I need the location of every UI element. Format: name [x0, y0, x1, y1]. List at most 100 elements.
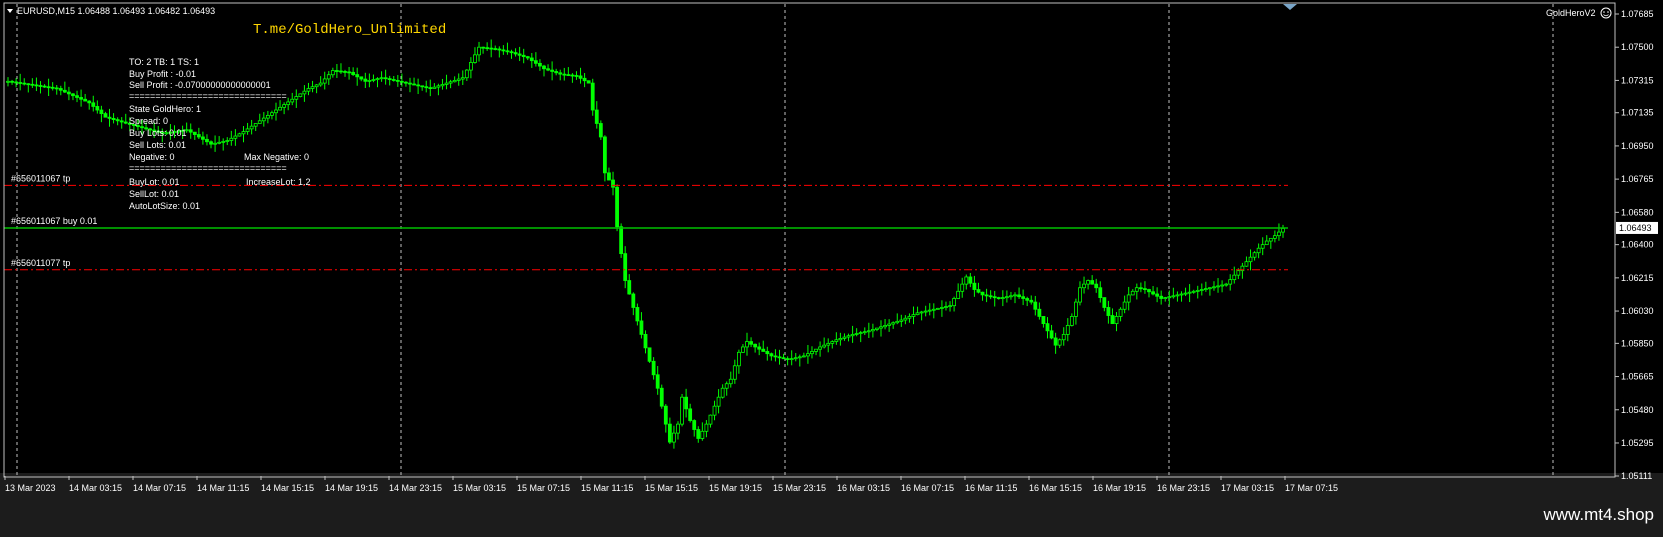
candle-body	[481, 46, 485, 49]
candle-body	[221, 141, 226, 143]
candle-body	[314, 84, 319, 88]
price-tick-label: 1.05850	[1621, 338, 1654, 348]
candle-body	[631, 293, 636, 308]
candle-body	[550, 69, 555, 72]
candle-body	[497, 48, 502, 51]
candle-body	[1037, 308, 1042, 317]
candle-body	[1191, 290, 1196, 293]
candle-body	[1009, 295, 1013, 298]
time-tick-label: 15 Mar 03:15	[453, 483, 506, 493]
candle-body	[927, 309, 932, 312]
candle-body	[899, 319, 904, 322]
candle-body	[456, 78, 461, 81]
candle-body	[261, 117, 266, 122]
time-tick-label: 16 Mar 11:15	[965, 483, 1017, 493]
candle-body	[339, 70, 343, 73]
chart-window[interactable]: #656011067 tp #656011067 buy 0.01 #6560110…	[0, 0, 1663, 532]
candle-body	[375, 78, 380, 81]
candle-body	[1175, 294, 1180, 297]
candle-body	[931, 308, 936, 311]
candle-body	[1122, 301, 1127, 310]
candle-body	[842, 336, 847, 339]
ea-name: GoldHeroV2	[1546, 8, 1596, 18]
candle-body	[566, 74, 571, 76]
candle-body	[306, 88, 311, 92]
candle-body	[1167, 296, 1172, 299]
candle-body	[870, 329, 875, 332]
candle-body	[464, 69, 469, 79]
info-line-extra: IncreaseLot: 1.2	[246, 177, 311, 187]
candle-body	[1212, 286, 1216, 289]
time-tick-label: 13 Mar 2023	[5, 483, 56, 493]
candle-body	[651, 360, 656, 376]
candle-body	[274, 109, 278, 114]
candle-body	[58, 88, 63, 91]
candle-body	[623, 253, 628, 281]
candle-body	[42, 85, 47, 88]
time-tick-label: 14 Mar 11:15	[197, 483, 249, 493]
candle-body	[302, 90, 307, 95]
time-tick-label: 15 Mar 07:15	[517, 483, 570, 493]
info-line: Sell Lots: 0.01	[129, 140, 186, 150]
candle-body	[95, 106, 100, 111]
candle-body	[680, 396, 684, 425]
candle-body	[436, 85, 441, 88]
candle-body	[1264, 240, 1269, 246]
candle-body	[578, 75, 583, 79]
candle-body	[814, 348, 818, 352]
candle-body	[716, 396, 721, 407]
candle-body	[598, 123, 603, 138]
info-line-extra: Max Negative: 0	[244, 152, 309, 162]
candle-body	[1277, 231, 1281, 237]
time-tick-label: 17 Mar 07:15	[1285, 483, 1338, 493]
candle-body	[290, 98, 295, 103]
chart-canvas[interactable]: #656011067 tp #656011067 buy 0.01 #6560110…	[0, 0, 1663, 532]
candle-body	[363, 78, 368, 82]
candle-body	[866, 330, 871, 333]
candle-body	[83, 98, 88, 102]
info-line: SellLot: 0.01	[129, 189, 179, 199]
candle-body	[915, 312, 920, 316]
candle-body	[822, 344, 827, 348]
time-tick-label: 14 Mar 15:15	[261, 483, 314, 493]
candle-body	[736, 351, 741, 367]
candle-body	[1199, 289, 1204, 291]
candle-body	[38, 85, 43, 87]
candle-body	[412, 83, 416, 86]
price-tick-label: 1.07500	[1621, 42, 1654, 52]
candle-body	[1203, 288, 1208, 291]
candle-body	[347, 71, 351, 74]
candle-body	[996, 297, 1001, 299]
candle-body	[192, 131, 197, 135]
candle-body	[1232, 274, 1237, 281]
candle-body	[948, 305, 952, 308]
candle-body	[233, 135, 238, 139]
candle-body	[773, 355, 778, 358]
candle-body	[1134, 287, 1139, 292]
candle-body	[209, 141, 213, 145]
candle-body	[692, 420, 697, 430]
candle-body	[1281, 228, 1285, 233]
candle-body	[688, 408, 693, 421]
candle-body	[1228, 279, 1233, 285]
candle-body	[992, 296, 997, 299]
candle-body	[724, 383, 729, 389]
candle-body	[911, 314, 916, 317]
candle-body	[956, 290, 961, 299]
candle-body	[1163, 297, 1168, 299]
candle-body	[245, 128, 250, 132]
candle-body	[582, 77, 587, 82]
candle-body	[213, 142, 217, 145]
price-tick-label: 1.07315	[1621, 75, 1654, 85]
candle-body	[103, 113, 108, 118]
candle-body	[489, 47, 494, 50]
candle-body	[351, 71, 356, 75]
time-tick-label: 15 Mar 23:15	[773, 483, 826, 493]
info-line: Negative: 0	[129, 152, 175, 162]
candle-body	[326, 74, 331, 80]
candle-body	[22, 82, 27, 85]
candle-body	[797, 356, 802, 359]
candle-body	[895, 320, 900, 324]
candle-body	[1098, 287, 1103, 298]
candle-body	[672, 432, 676, 443]
